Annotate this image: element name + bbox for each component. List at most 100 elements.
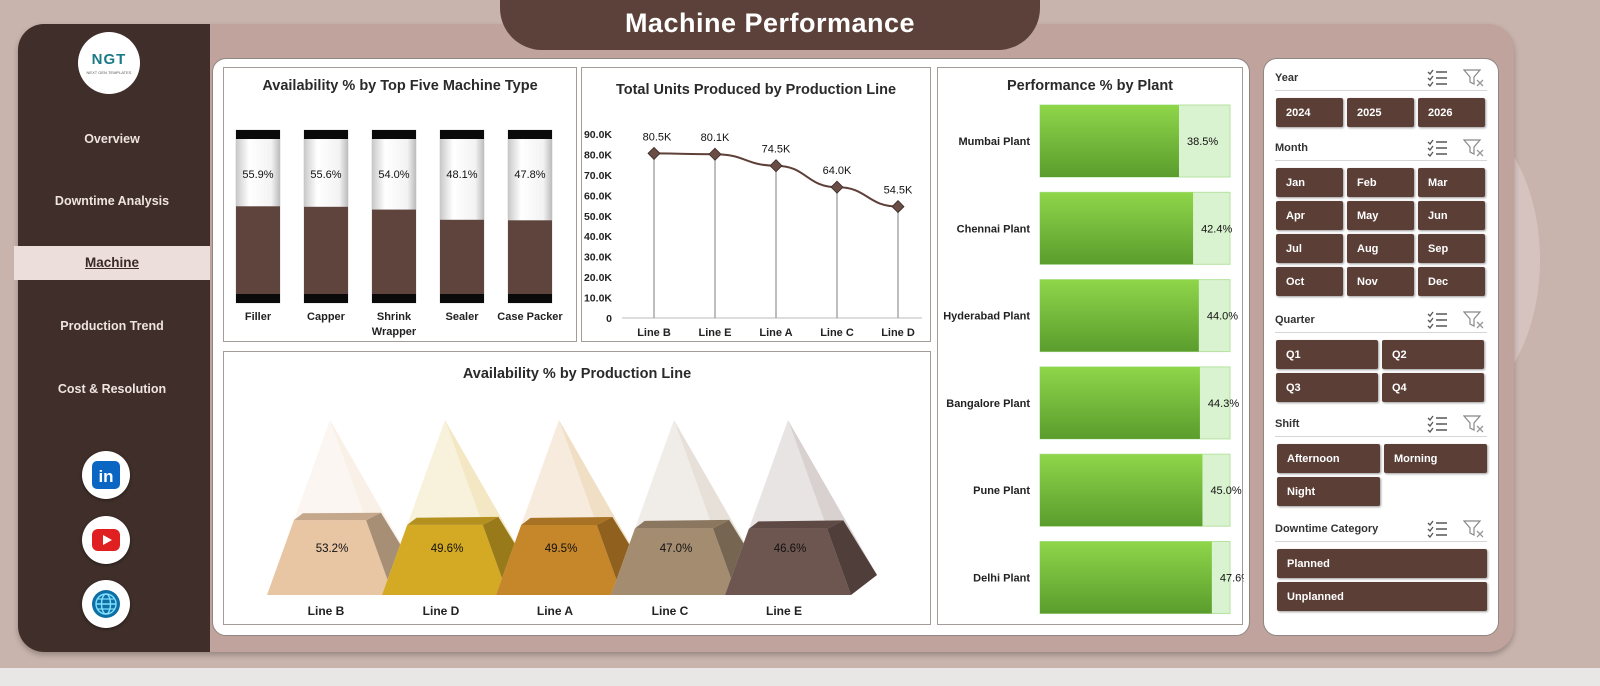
svg-text:in: in	[98, 467, 113, 486]
filter-header-downtime-category: Downtime Category	[1275, 518, 1487, 542]
chart4-svg: 53.2% Line B 49.6% Line D 49.5% Line A 47.0% Li…	[267, 420, 877, 618]
page-title: Machine Performance	[624, 8, 916, 38]
data-label: 44.3%	[1208, 398, 1239, 410]
filter-title-month: Month	[1275, 142, 1308, 154]
filter-month-jan[interactable]: Jan	[1276, 168, 1343, 197]
y-tick-label: 80.0K	[584, 149, 612, 161]
bar-cap	[236, 130, 280, 139]
filter-month-oct[interactable]: Oct	[1276, 267, 1343, 296]
multi-select-icon[interactable]	[1427, 520, 1449, 543]
data-label: 47.0%	[660, 543, 693, 555]
clear-filter-icon[interactable]	[1462, 311, 1485, 334]
data-label: 53.2%	[316, 543, 349, 555]
filter-year-2024[interactable]: 2024	[1276, 98, 1343, 127]
data-point	[891, 200, 905, 214]
sidebar-item-production-trend[interactable]: Production Trend	[14, 309, 210, 343]
clear-filter-icon[interactable]	[1462, 415, 1485, 438]
filter-month-sep[interactable]: Sep	[1418, 234, 1485, 263]
data-label: 80.5K	[643, 131, 672, 143]
data-label: 47.8%	[514, 169, 545, 181]
y-tick-label: 50.0K	[584, 211, 612, 223]
filter-quarter-q3[interactable]: Q3	[1276, 373, 1378, 402]
filter-year-2025[interactable]: 2025	[1347, 98, 1414, 127]
filter-year-2026[interactable]: 2026	[1418, 98, 1485, 127]
chart-performance-plant: Performance % by Plant 38.5% Mumbai Plant…	[937, 67, 1244, 625]
category-label: Delhi Plant	[973, 573, 1030, 585]
bar	[236, 206, 280, 303]
filter-quarter-q1[interactable]: Q1	[1276, 340, 1378, 369]
data-label: 38.5%	[1187, 136, 1218, 148]
y-tick-label: 70.0K	[584, 170, 612, 182]
sidebar-item-cost-resolution[interactable]: Cost & Resolution	[14, 372, 210, 406]
chart1-svg: 55.9% 55.6% 54.0% 48.1% 47.8% Filler Capper Shr…	[235, 129, 563, 338]
pyramid-top	[748, 520, 844, 529]
filter-downtime-planned[interactable]: Planned	[1277, 549, 1487, 578]
filter-month-jun[interactable]: Jun	[1418, 201, 1485, 230]
multi-select-icon[interactable]	[1427, 311, 1449, 334]
bar-base	[304, 294, 348, 303]
data-label: 64.0K	[823, 165, 852, 177]
bar-base	[372, 294, 416, 303]
bar-base	[236, 294, 280, 303]
chart2-svg: 0 10.0K 20.0K 30.0K 40.0K 50.0K 60.0K 70.0K 80.0…	[584, 129, 922, 339]
sidebar-item-machine[interactable]: Machine	[14, 246, 210, 280]
category-label: Line B	[308, 604, 345, 618]
data-label: 55.6%	[310, 169, 341, 181]
bottom-strip	[0, 668, 1600, 686]
filter-quarter-q2[interactable]: Q2	[1382, 340, 1484, 369]
linkedin-button[interactable]: in	[82, 451, 130, 499]
data-label: 80.1K	[701, 132, 730, 144]
filter-title-quarter: Quarter	[1275, 314, 1315, 326]
filter-shift-night[interactable]: Night	[1277, 477, 1380, 506]
data-label: 55.9%	[242, 169, 273, 181]
data-label: 49.5%	[545, 543, 578, 555]
filter-month-dec[interactable]: Dec	[1418, 267, 1485, 296]
category-label: Shrink Wrapper	[372, 311, 417, 338]
filter-shift-morning[interactable]: Morning	[1384, 444, 1487, 473]
filter-title-year: Year	[1275, 72, 1299, 84]
bar	[304, 206, 348, 303]
data-label: 44.0%	[1207, 311, 1238, 323]
website-button[interactable]	[82, 580, 130, 628]
y-tick-label: 90.0K	[584, 129, 612, 141]
category-label: Mumbai Plant	[958, 136, 1030, 148]
chart-availability-production-line: Availability % by Production Line 53.2% L…	[223, 351, 931, 625]
filter-month-nov[interactable]: Nov	[1347, 267, 1414, 296]
bar	[1040, 541, 1212, 614]
bar-cap	[372, 130, 416, 139]
data-label: 45.0%	[1210, 485, 1241, 497]
bar-cap	[508, 130, 552, 139]
filter-month-aug[interactable]: Aug	[1347, 234, 1414, 263]
clear-filter-icon[interactable]	[1462, 139, 1485, 162]
data-point	[830, 180, 844, 194]
category-label: Line A	[537, 604, 574, 618]
filter-month-may[interactable]: May	[1347, 201, 1414, 230]
bar	[1040, 192, 1194, 265]
filter-month-jul[interactable]: Jul	[1276, 234, 1343, 263]
clear-filter-icon[interactable]	[1462, 69, 1485, 92]
globe-icon	[92, 590, 120, 618]
multi-select-icon[interactable]	[1427, 415, 1449, 438]
filter-month-mar[interactable]: Mar	[1418, 168, 1485, 197]
x-tick-label: Line C	[820, 327, 854, 339]
filter-header-shift: Shift	[1275, 413, 1487, 437]
bar	[508, 220, 552, 303]
bar	[1040, 105, 1179, 177]
multi-select-icon[interactable]	[1427, 69, 1449, 92]
filter-shift-afternoon[interactable]: Afternoon	[1277, 444, 1380, 473]
sidebar-item-downtime-analysis[interactable]: Downtime Analysis	[14, 184, 210, 218]
data-point	[647, 146, 661, 160]
filter-downtime-unplanned[interactable]: Unplanned	[1277, 582, 1487, 611]
multi-select-icon[interactable]	[1427, 139, 1449, 162]
filter-month-feb[interactable]: Feb	[1347, 168, 1414, 197]
bar	[372, 209, 416, 303]
filter-quarter-q4[interactable]: Q4	[1382, 373, 1484, 402]
filter-header-year: Year	[1275, 67, 1487, 91]
bar	[1040, 366, 1200, 439]
youtube-button[interactable]	[82, 516, 130, 564]
category-label: Bangalore Plant	[946, 398, 1030, 410]
sidebar-item-overview[interactable]: Overview	[14, 122, 210, 156]
bar-cap	[440, 130, 484, 139]
clear-filter-icon[interactable]	[1462, 520, 1485, 543]
filter-month-apr[interactable]: Apr	[1276, 201, 1343, 230]
